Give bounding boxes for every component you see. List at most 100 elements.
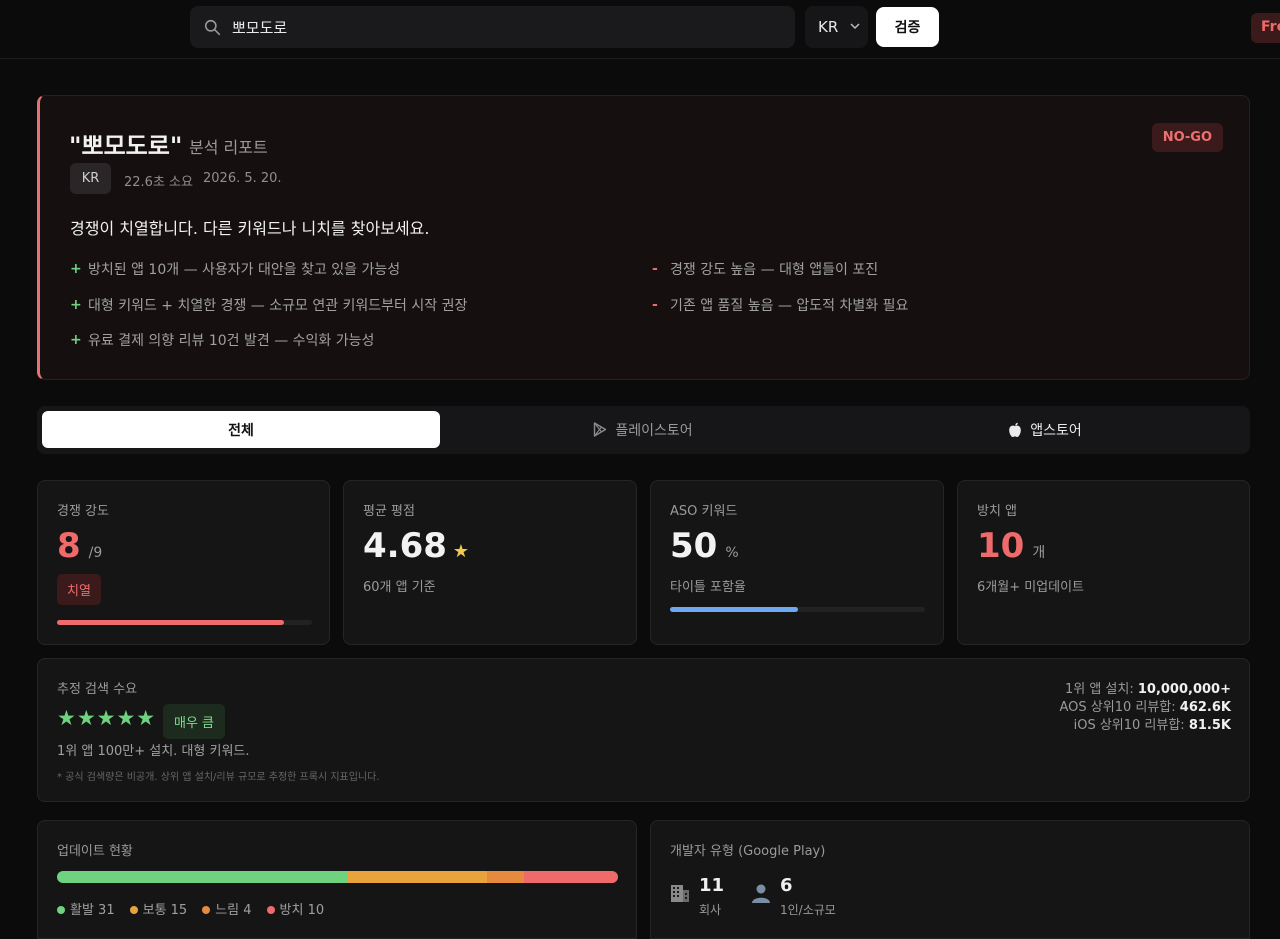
chevron-down-icon (850, 23, 860, 30)
country-select[interactable]: KR (805, 6, 868, 48)
search-box[interactable] (190, 6, 795, 48)
demand-stars: ★★★★★ (57, 706, 157, 730)
developer-type-label: 개발자 유형 (Google Play) (670, 844, 826, 859)
developer-company: 11 회사 (669, 875, 724, 918)
competition-level-chip: 치열 (57, 574, 101, 605)
abandoned-card: 방치 앱 10 개 6개월+ 미업데이트 (957, 480, 1250, 645)
indie-label: 1인/소규모 (780, 903, 836, 917)
tab-label: 앱스토어 (1030, 422, 1082, 439)
search-demand-card: 추정 검색 수요 ★★★★★ 매우 큼 1위 앱 100만+ 설치. 대형 키워… (37, 658, 1250, 802)
demand-level-chip: 매우 큼 (163, 704, 226, 739)
play-store-icon (594, 422, 607, 437)
elapsed-time: 22.6초 소요 (124, 175, 193, 190)
stat-value: 462.6K (1179, 700, 1231, 715)
tab-app-store[interactable]: 앱스토어 (846, 411, 1244, 448)
search-icon (204, 19, 221, 35)
ios-review-sum: iOS 상위10 리뷰합: 81.5K (1074, 714, 1231, 733)
tab-label: 전체 (228, 422, 254, 439)
legend-item-slow: 느림 4 (202, 899, 252, 918)
minus-icon: - (652, 297, 658, 313)
update-segment-느림 (487, 871, 525, 883)
stat-label: 1위 앱 설치: (1064, 682, 1134, 697)
update-legend: 활발 31 보통 15 느림 4 방치 10 (57, 899, 324, 918)
company-label: 회사 (699, 903, 722, 917)
developer-type-card: 개발자 유형 (Google Play) 11 회사 6 1인/소규모 (650, 820, 1250, 939)
abandoned-label: 방치 앱 (977, 504, 1018, 519)
report-title-suffix: 분석 리포트 (189, 138, 268, 157)
competition-bar-fill (57, 620, 284, 625)
legend-dot (129, 906, 138, 914)
legend-dot (57, 906, 65, 914)
update-segment-보통 (346, 871, 488, 883)
update-status-bar (57, 871, 618, 883)
tab-play-store[interactable]: 플레이스토어 (444, 411, 842, 448)
aso-value: 50 (670, 526, 718, 566)
legend-dot (202, 906, 211, 914)
pro-item: + 방치된 앱 10개 — 사용자가 대안을 찾고 있을 가능성 (70, 259, 400, 279)
con-item: - 기존 앱 품질 높음 — 압도적 차별화 필요 (652, 295, 908, 315)
pro-text: 유료 결제 의향 리뷰 10건 발견 — 수익화 가능성 (88, 333, 375, 349)
building-icon (671, 885, 689, 902)
tab-all[interactable]: 전체 (42, 411, 440, 448)
plus-icon: + (70, 297, 82, 313)
report-date: 2026. 5. 20. (203, 171, 282, 186)
rating-sub: 60개 앱 기준 (363, 580, 436, 595)
store-tabs: 전체 플레이스토어 앱스토어 (37, 406, 1250, 454)
aso-card: ASO 키워드 50 % 타이틀 포함율 (650, 480, 944, 645)
report-title: "뽀모도로" (69, 132, 183, 160)
search-input[interactable] (232, 18, 732, 36)
top-app-installs: 1위 앱 설치: 10,000,000+ (1065, 678, 1231, 697)
competition-card: 경쟁 강도 8 /9 치열 (37, 480, 330, 645)
aso-bar-fill (670, 607, 798, 612)
legend-item-active: 활발 31 (57, 899, 115, 918)
star-icon: ★ (452, 541, 470, 562)
plus-icon: + (70, 261, 82, 277)
apple-icon (1009, 422, 1022, 437)
indie-count: 6 (780, 875, 793, 896)
plan-badge[interactable]: Fre (1251, 13, 1280, 43)
legend-item-abandoned: 방치 10 (266, 899, 324, 918)
aso-sub: 타이틀 포함율 (670, 580, 746, 595)
report-card: "뽀모도로" 분석 리포트 NO-GO KR 22.6초 소요 2026. 5.… (37, 95, 1250, 380)
legend-item-normal: 보통 15 (129, 899, 187, 918)
demand-label: 추정 검색 수요 (57, 682, 138, 697)
stat-value: 10,000,000+ (1137, 682, 1231, 697)
person-icon (752, 884, 770, 903)
aso-score: 50 % (670, 526, 739, 566)
demand-footnote: * 공식 검색량은 비공개. 상위 앱 설치/리뷰 규모로 추정한 프록시 지표… (57, 772, 380, 783)
stat-label: AOS 상위10 리뷰합: (1059, 700, 1176, 715)
aso-bar-track (670, 607, 925, 612)
demand-description: 1위 앱 100만+ 설치. 대형 키워드. (57, 744, 250, 759)
competition-max: /9 (88, 545, 103, 561)
country-select-value: KR (818, 18, 839, 36)
rating-card: 평균 평점 4.68 ★ 60개 앱 기준 (343, 480, 637, 645)
con-text: 기존 앱 품질 높음 — 압도적 차별화 필요 (670, 298, 909, 314)
abandoned-sub: 6개월+ 미업데이트 (977, 580, 1085, 595)
rating-value: 4.68 (363, 526, 447, 566)
stat-label: iOS 상위10 리뷰합: (1073, 718, 1185, 733)
company-count: 11 (699, 875, 725, 896)
top-bar: KR 검증 Fre (0, 0, 1280, 59)
abandoned-unit: 개 (1032, 545, 1046, 561)
update-segment-방치 (524, 871, 618, 883)
competition-label: 경쟁 강도 (57, 504, 109, 519)
abandoned-score: 10 개 (977, 526, 1045, 566)
verify-button[interactable]: 검증 (876, 7, 939, 47)
competition-bar-track (57, 620, 312, 625)
report-headline: 경쟁이 치열합니다. 다른 키워드나 니치를 찾아보세요. (70, 219, 430, 238)
abandoned-value: 10 (977, 526, 1025, 566)
tab-label: 플레이스토어 (615, 422, 693, 439)
competition-score: 8 /9 (57, 526, 102, 566)
country-chip: KR (70, 163, 111, 194)
update-segment-활발 (57, 871, 347, 883)
con-text: 경쟁 강도 높음 — 대형 앱들이 포진 (670, 262, 879, 278)
competition-value: 8 (57, 526, 81, 566)
stat-value: 81.5K (1188, 718, 1231, 733)
plus-icon: + (70, 332, 82, 348)
aso-label: ASO 키워드 (670, 504, 738, 519)
rating-label: 평균 평점 (363, 504, 415, 519)
update-status-card: 업데이트 현황 활발 31 보통 15 느림 4 방치 10 (37, 820, 637, 939)
rating-score: 4.68 ★ (363, 526, 469, 566)
pro-text: 방치된 앱 10개 — 사용자가 대안을 찾고 있을 가능성 (88, 262, 401, 278)
legend-dot (266, 906, 275, 914)
